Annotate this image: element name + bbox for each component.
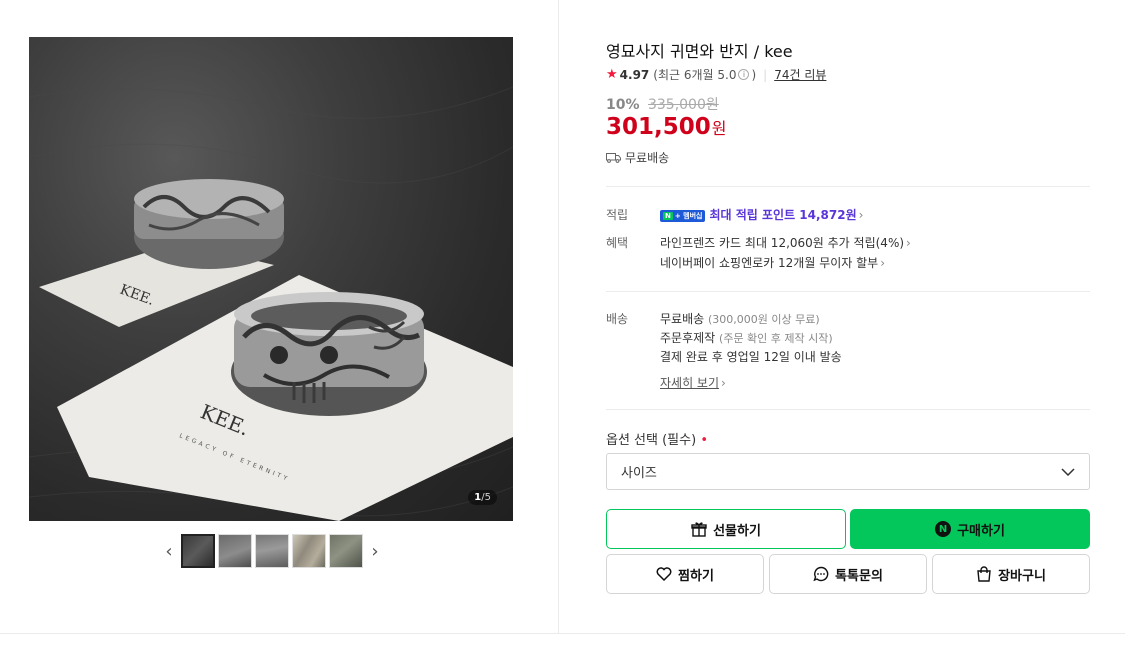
truck-icon bbox=[606, 153, 621, 163]
rating-value: 4.97 bbox=[619, 67, 650, 82]
benefits-label: 혜택 bbox=[606, 236, 629, 250]
review-count-link[interactable]: 74건 리뷰 bbox=[774, 66, 826, 83]
price-unit: 원 bbox=[711, 119, 727, 138]
chevron-right-icon: › bbox=[721, 376, 726, 390]
thumbnail-1[interactable] bbox=[181, 534, 215, 568]
points-label: 적립 bbox=[606, 208, 629, 222]
naver-pay-icon: N bbox=[935, 521, 952, 537]
shipping-text: 무료배송 bbox=[625, 151, 670, 165]
rating-recent-close: ) bbox=[751, 67, 757, 82]
naver-membership-badge: N + 멤버십 bbox=[660, 209, 706, 222]
buy-button[interactable]: N 구매하기 bbox=[850, 509, 1090, 549]
star-icon: ★ bbox=[606, 67, 618, 82]
benefit-item-1[interactable]: 라인프렌즈 카드 최대 12,060원 추가 적립(4%) › bbox=[660, 234, 911, 251]
points-row[interactable]: N + 멤버십 최대 적립 포인트 14,872원 › bbox=[660, 206, 863, 223]
delivery-detail-link[interactable]: 자세히 보기 › bbox=[660, 374, 726, 391]
heart-icon bbox=[656, 567, 672, 581]
cart-button[interactable]: 장바구니 bbox=[932, 554, 1090, 594]
divider-1 bbox=[606, 186, 1090, 187]
info-icon[interactable]: i bbox=[738, 69, 750, 80]
front-ring bbox=[231, 292, 427, 416]
chevron-right-icon: › bbox=[906, 236, 911, 250]
max-points-text: 최대 적립 포인트 14,872원 bbox=[709, 208, 857, 222]
sale-price-row: 301,500원 bbox=[606, 114, 727, 140]
required-mark: • bbox=[700, 433, 708, 448]
sale-price: 301,500 bbox=[606, 114, 711, 140]
benefit-item-2[interactable]: 네이버페이 쇼핑엔로카 12개월 무이자 할부 › bbox=[660, 254, 885, 271]
thumbnail-4[interactable] bbox=[292, 534, 326, 568]
delivery-line-1: 무료배송 (300,000원 이상 무료) bbox=[660, 312, 820, 326]
thumbnail-5[interactable] bbox=[329, 534, 363, 568]
product-title: 영묘사지 귀면와 반지 / kee bbox=[606, 42, 793, 61]
rating-row: ★ 4.97 (최근 6개월 5.0 i ) | 74건 리뷰 bbox=[606, 66, 826, 83]
column-divider bbox=[558, 0, 559, 634]
main-product-image[interactable]: KEE. KEE. LEGACY OF ETERNITY 1/5 bbox=[29, 37, 513, 521]
rating-separator: | bbox=[763, 67, 768, 82]
page-bottom-divider bbox=[0, 633, 1125, 634]
ring-photo: KEE. KEE. LEGACY OF ETERNITY bbox=[29, 86, 513, 521]
size-select-value: 사이즈 bbox=[621, 466, 657, 481]
product-gallery: KEE. KEE. LEGACY OF ETERNITY 1/5 ‹ › bbox=[0, 0, 559, 634]
talktalk-button[interactable]: 톡톡문의 bbox=[769, 554, 927, 594]
size-select[interactable]: 사이즈 bbox=[606, 453, 1090, 490]
rating-recent-text: (최근 6개월 5.0 bbox=[653, 68, 737, 82]
thumbnail-strip: ‹ › bbox=[160, 534, 384, 568]
back-ring bbox=[134, 179, 284, 269]
delivery-line-2: 주문후제작 (주문 확인 후 제작 시작) bbox=[660, 331, 833, 345]
divider-3 bbox=[606, 409, 1090, 410]
thumbnail-2[interactable] bbox=[218, 534, 252, 568]
delivery-line-3: 결제 완료 후 영업일 12일 이내 발송 bbox=[660, 350, 842, 364]
gift-button[interactable]: 선물하기 bbox=[606, 509, 846, 549]
chat-icon bbox=[813, 566, 829, 582]
thumb-next-button[interactable]: › bbox=[366, 534, 384, 568]
wishlist-button[interactable]: 찜하기 bbox=[606, 554, 764, 594]
divider-2 bbox=[606, 291, 1090, 292]
delivery-label: 배송 bbox=[606, 312, 629, 326]
original-price-row: 10% 335,000원 bbox=[606, 94, 719, 114]
product-info: 영묘사지 귀면와 반지 / kee ★ 4.97 (최근 6개월 5.0 i )… bbox=[606, 0, 1090, 634]
image-pager: 1/5 bbox=[468, 490, 497, 505]
original-price: 335,000원 bbox=[647, 97, 719, 113]
discount-rate: 10% bbox=[606, 97, 640, 113]
shipping-row: 무료배송 bbox=[606, 149, 669, 166]
option-label: 옵션 선택 (필수) • bbox=[606, 433, 708, 448]
chevron-right-icon: › bbox=[880, 256, 886, 270]
chevron-down-icon bbox=[1061, 467, 1075, 476]
shopping-bag-icon bbox=[977, 566, 991, 582]
thumb-prev-button[interactable]: ‹ bbox=[160, 534, 178, 568]
gift-icon bbox=[691, 522, 707, 537]
chevron-right-icon: › bbox=[858, 208, 864, 222]
thumbnail-3[interactable] bbox=[255, 534, 289, 568]
